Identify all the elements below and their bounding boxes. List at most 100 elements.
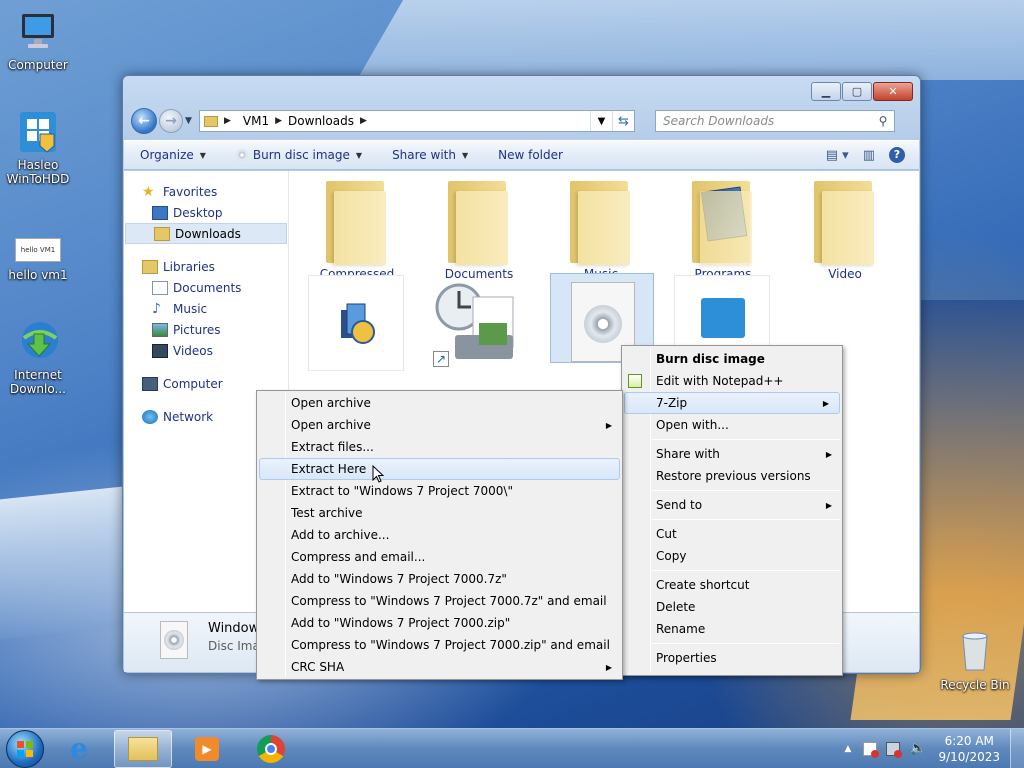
menu-copy[interactable]: Copy [622, 545, 842, 567]
menu-crc-sha[interactable]: CRC SHA ▶ [257, 656, 622, 678]
menu-create-shortcut[interactable]: Create shortcut [622, 574, 842, 596]
submenu-arrow-icon: ▶ [605, 420, 612, 430]
menu-burn-disc-image[interactable]: Burn disc image [622, 348, 842, 370]
folder-video[interactable]: Video [796, 177, 894, 281]
menu-open-archive-sub[interactable]: Open archive ▶ [257, 414, 622, 436]
nav-pictures[interactable]: Pictures [124, 319, 288, 340]
menu-open-archive[interactable]: Open archive [257, 392, 622, 414]
menu-delete[interactable]: Delete [622, 596, 842, 618]
folder-compressed[interactable]: Compressed [308, 177, 406, 281]
network-tray-icon[interactable] [886, 741, 903, 758]
downloads-folder-icon [154, 226, 170, 241]
menu-add-to-archive[interactable]: Add to archive... [257, 524, 622, 546]
taskbar-internet-explorer[interactable]: e [50, 730, 108, 768]
menu-add-to-zip[interactable]: Add to "Windows 7 Project 7000.zip" [257, 612, 622, 634]
menu-label: Restore previous versions [656, 469, 811, 483]
menu-restore-previous-versions[interactable]: Restore previous versions [622, 465, 842, 487]
menu-extract-here[interactable]: Extract Here [259, 458, 620, 483]
menu-compress-zip-email[interactable]: Compress to "Windows 7 Project 7000.zip"… [257, 634, 622, 656]
address-dropdown-icon[interactable]: ▼ [590, 111, 612, 131]
menu-label: Open with... [656, 418, 729, 432]
nav-desktop[interactable]: Desktop [124, 202, 288, 223]
menu-edit-with-notepad[interactable]: Edit with Notepad++ [622, 370, 842, 392]
system-tray: ▲ 🔈 6:20 AM 9/10/2023 [845, 728, 1024, 768]
refresh-icon[interactable]: ⇆ [612, 111, 634, 131]
desktop-icon-idm[interactable]: Internet Downlo... [0, 320, 76, 396]
address-bar[interactable]: ▶ VM1 ▶ Downloads ▶ ▼ ⇆ [199, 110, 635, 132]
nav-favorites[interactable]: ★ Favorites [124, 181, 288, 202]
nav-videos[interactable]: Videos [124, 340, 288, 361]
show-desktop-button[interactable] [1010, 728, 1024, 768]
start-button[interactable] [6, 729, 44, 768]
nav-label: Documents [173, 280, 242, 295]
computer-icon [142, 376, 158, 391]
menu-rename[interactable]: Rename [622, 618, 842, 640]
nav-label: Computer [163, 376, 223, 391]
help-icon[interactable]: ? [889, 147, 905, 163]
back-button[interactable]: ← [131, 108, 157, 134]
chevron-down-icon: ▼ [199, 150, 206, 160]
menu-label: CRC SHA [291, 660, 345, 674]
menu-extract-to-folder[interactable]: Extract to "Windows 7 Project 7000\" [257, 480, 622, 502]
breadcrumb-downloads[interactable]: Downloads [288, 114, 354, 128]
taskbar-chrome[interactable] [242, 730, 300, 768]
media-player-icon: ▶ [195, 736, 219, 761]
folder-icon [320, 177, 394, 267]
forward-button[interactable]: → [159, 109, 183, 133]
nav-label: Desktop [173, 205, 223, 220]
folder-documents[interactable]: Documents [430, 177, 528, 281]
menu-label: Extract Here [291, 462, 367, 476]
folder-icon [686, 177, 760, 267]
recent-pages-dropdown[interactable]: ▼ [185, 116, 195, 126]
file-settings-shortcut[interactable]: ↗ [429, 275, 525, 371]
search-icon[interactable]: ⚲ [872, 114, 894, 128]
desktop-icon-computer[interactable]: Computer [0, 10, 76, 72]
menu-open-with[interactable]: Open with... [622, 414, 842, 436]
show-hidden-icons-icon[interactable]: ▲ [845, 744, 852, 754]
breadcrumb-vm1[interactable]: VM1 [243, 114, 269, 128]
minimize-button[interactable]: ▁ [811, 82, 841, 101]
menu-cut[interactable]: Cut [622, 523, 842, 545]
chrome-icon [257, 734, 285, 763]
notepad-icon [628, 374, 642, 388]
menu-properties[interactable]: Properties [622, 647, 842, 669]
desktop-icon-hello-vm1[interactable]: hello VM1 hello vm1 [0, 238, 76, 282]
menu-compress-7z-email[interactable]: Compress to "Windows 7 Project 7000.7z" … [257, 590, 622, 612]
taskbar-media-player[interactable]: ▶ [178, 730, 236, 768]
menu-label: Compress and email... [291, 550, 426, 564]
desktop-icon-label: hello vm1 [8, 268, 68, 282]
desktop-icon-wintohdd[interactable]: Hasleo WinToHDD [0, 110, 76, 186]
close-button[interactable]: ✕ [873, 82, 913, 101]
menu-test-archive[interactable]: Test archive [257, 502, 622, 524]
menu-add-to-7z[interactable]: Add to "Windows 7 Project 7000.7z" [257, 568, 622, 590]
clock[interactable]: 6:20 AM 9/10/2023 [938, 733, 1000, 765]
menu-7zip[interactable]: 7-Zip ▶ [624, 392, 840, 414]
volume-icon[interactable]: 🔈 [909, 741, 925, 756]
preview-pane-icon[interactable]: ▥ [863, 148, 875, 163]
details-file-name: Window [208, 621, 260, 636]
burn-disc-image-button[interactable]: Burn disc image ▼ [235, 148, 362, 162]
menu-compress-and-email[interactable]: Compress and email... [257, 546, 622, 568]
taskbar-windows-explorer[interactable] [114, 729, 172, 768]
action-center-icon[interactable] [863, 741, 880, 758]
search-input[interactable]: Search Downloads ⚲ [655, 110, 895, 132]
menu-share-with[interactable]: Share with ▶ [622, 443, 842, 465]
share-with-button[interactable]: Share with ▼ [392, 148, 468, 162]
file-installer[interactable] [308, 275, 404, 371]
menu-label: Open archive [291, 418, 371, 432]
nav-libraries[interactable]: Libraries [124, 256, 288, 277]
maximize-button[interactable]: ▢ [842, 82, 872, 101]
nav-documents[interactable]: Documents [124, 277, 288, 298]
menu-send-to[interactable]: Send to ▶ [622, 494, 842, 516]
view-options-icon[interactable]: ▤ ▾ [826, 148, 849, 163]
nav-music[interactable]: ♪ Music [124, 298, 288, 319]
nav-downloads[interactable]: Downloads [125, 223, 287, 244]
menu-label: Compress to "Windows 7 Project 7000.zip"… [291, 638, 610, 652]
star-icon: ★ [142, 183, 155, 200]
menu-extract-files[interactable]: Extract files... [257, 436, 622, 458]
folder-music[interactable]: Music [552, 177, 650, 281]
new-folder-button[interactable]: New folder [498, 148, 563, 162]
organize-button[interactable]: Organize ▼ [140, 148, 206, 162]
desktop-icon-recycle-bin[interactable]: Recycle Bin [937, 630, 1013, 692]
folder-programs[interactable]: Programs [674, 177, 772, 281]
